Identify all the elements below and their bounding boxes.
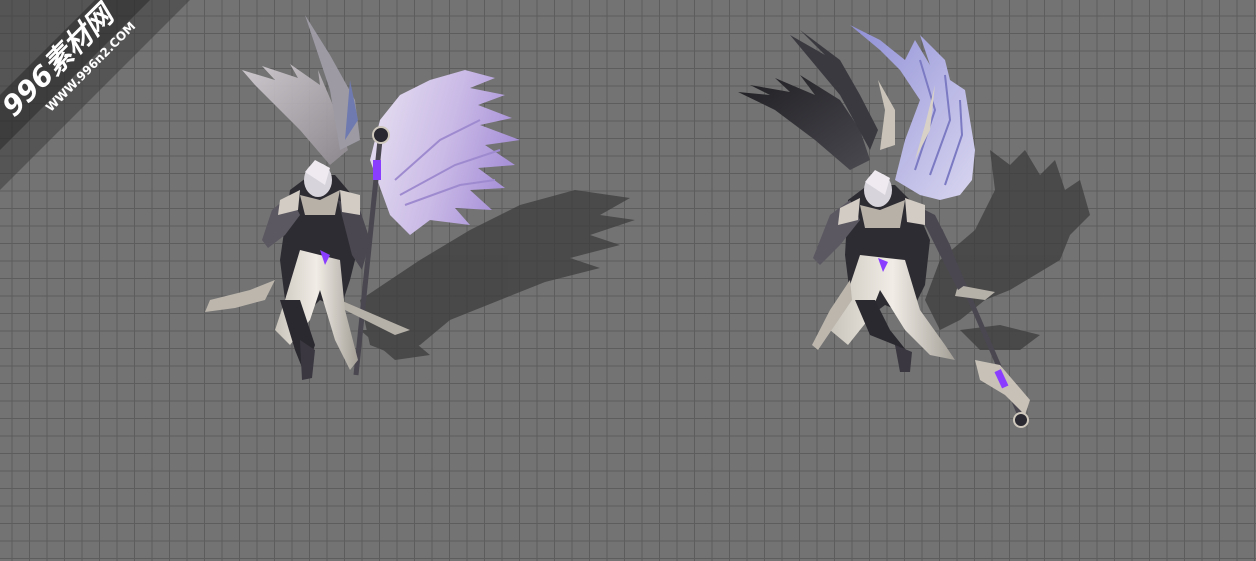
wing-left bbox=[738, 30, 895, 170]
game-viewport bbox=[205, 15, 1090, 428]
wing-left bbox=[242, 15, 360, 165]
wing-right bbox=[370, 70, 520, 235]
character-walk[interactable] bbox=[738, 25, 1090, 428]
character-body bbox=[205, 160, 370, 380]
character-idle[interactable] bbox=[205, 15, 635, 380]
